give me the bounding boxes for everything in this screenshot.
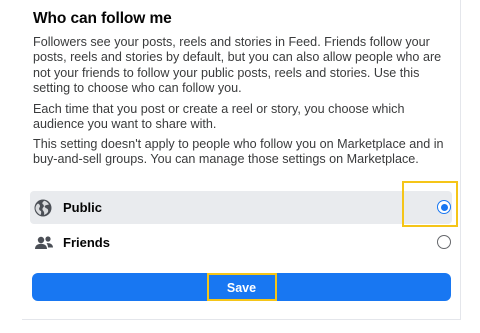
radio-public[interactable]	[437, 200, 451, 214]
section-title: Who can follow me	[33, 10, 172, 27]
description-paragraph-followers: Followers see your posts, reels and stor…	[33, 35, 442, 96]
friends-icon	[34, 234, 54, 252]
description-paragraph-marketplace: This setting doesn't apply to people who…	[33, 137, 444, 167]
globe-icon	[34, 199, 54, 217]
description-paragraph-audience: Each time that you post or create a reel…	[33, 102, 405, 132]
who-can-follow-panel: Who can follow me Followers see your pos…	[22, 0, 461, 320]
option-friends[interactable]: Friends	[30, 226, 452, 259]
option-public-label: Public	[63, 200, 103, 215]
radio-friends[interactable]	[437, 235, 451, 249]
option-friends-label: Friends	[63, 235, 110, 250]
save-button[interactable]: Save	[32, 273, 451, 301]
option-public[interactable]: Public	[30, 191, 452, 224]
